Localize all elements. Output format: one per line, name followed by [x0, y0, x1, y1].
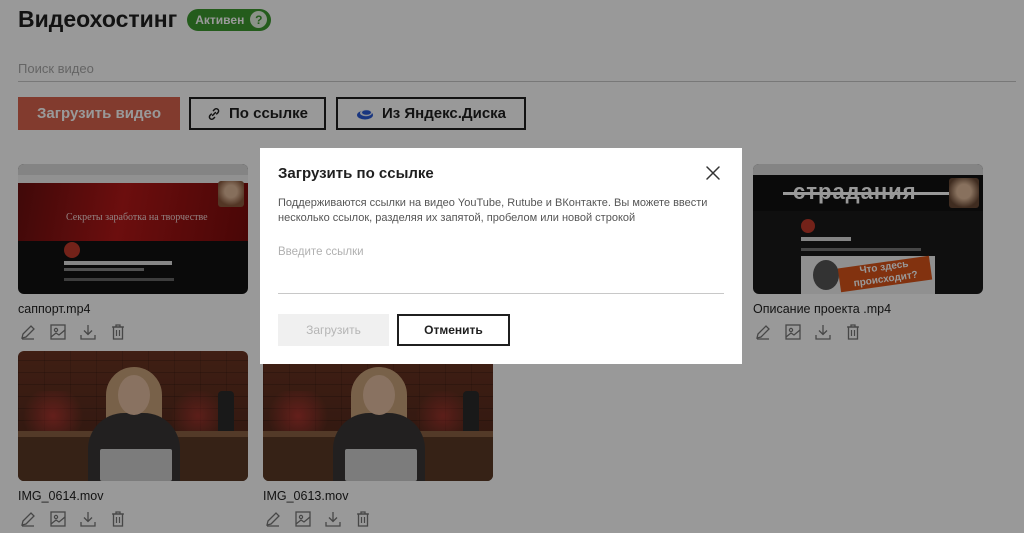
dialog-description: Поддерживаются ссылки на видео YouTube, … — [278, 197, 708, 224]
submit-upload-label: Загрузить — [306, 323, 361, 337]
upload-by-link-dialog: Загрузить по ссылке Поддерживаются ссылк… — [260, 148, 742, 364]
dialog-title: Загрузить по ссылке — [278, 165, 434, 182]
cancel-button[interactable]: Отменить — [397, 314, 510, 346]
submit-upload-button[interactable]: Загрузить — [278, 314, 389, 346]
close-icon[interactable] — [704, 164, 722, 182]
links-input[interactable] — [278, 244, 724, 294]
cancel-label: Отменить — [424, 323, 483, 337]
